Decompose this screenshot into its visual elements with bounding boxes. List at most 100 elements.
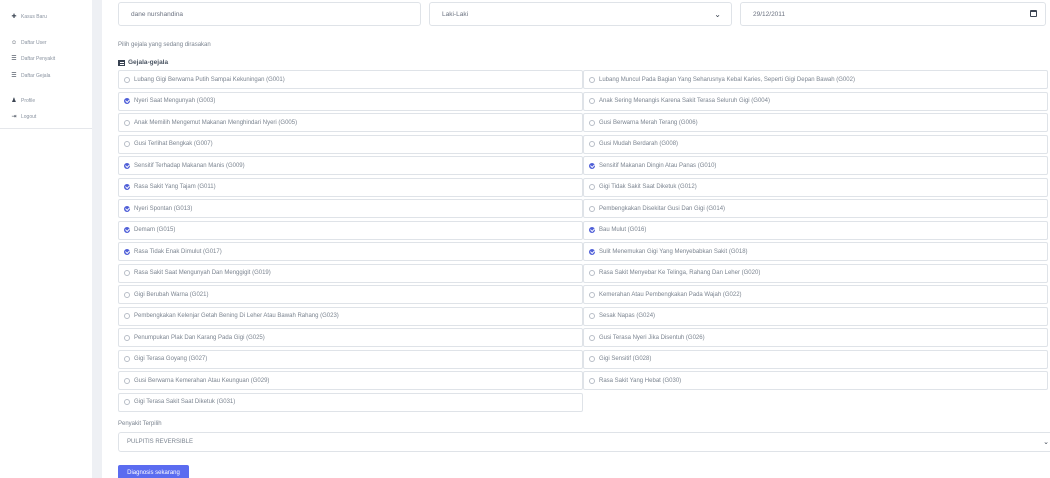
checkbox[interactable] bbox=[124, 399, 130, 405]
checkbox[interactable] bbox=[124, 291, 130, 298]
checkbox[interactable] bbox=[589, 119, 595, 126]
checkbox-checked[interactable] bbox=[124, 205, 130, 212]
sidebar-item-label: Daftar Penyakit bbox=[21, 56, 56, 62]
sidebar-item-logout[interactable]: ⇥ Logout bbox=[11, 112, 36, 122]
calendar-icon[interactable] bbox=[1030, 10, 1037, 17]
symptom-option[interactable]: Gigi Berubah Warna (G021) bbox=[118, 285, 583, 304]
symptom-label: Sensitif Terhadap Makanan Manis (G009) bbox=[134, 162, 245, 169]
checkbox[interactable] bbox=[124, 377, 130, 384]
disease-select[interactable]: PULPITIS REVERSIBLE ⌄ bbox=[118, 432, 1050, 452]
symptom-option[interactable]: Pembengkakan Kelenjar Getah Bening Di Le… bbox=[118, 306, 583, 326]
sidebar-item-daftar-user[interactable]: ☺ Daftar User bbox=[11, 38, 47, 48]
checkbox-checked[interactable] bbox=[589, 162, 595, 169]
sidebar-item-daftar-penyakit[interactable]: ☰ Daftar Penyakit bbox=[11, 54, 55, 64]
symptom-option[interactable]: Rasa Sakit Saat Mengunyah Dan Menggigit … bbox=[118, 263, 583, 283]
checkbox[interactable] bbox=[589, 184, 595, 190]
checkbox[interactable] bbox=[589, 291, 595, 298]
gender-select[interactable]: Laki-Laki ⌄ bbox=[429, 2, 732, 26]
symptom-option[interactable]: Gigi Terasa Sakit Saat Diketuk (G031) bbox=[118, 392, 583, 412]
date-value: 29/12/2011 bbox=[753, 10, 786, 18]
sidebar: ✚ Kasus Baru ☺ Daftar User ☰ Daftar Peny… bbox=[0, 0, 92, 478]
symptom-label: Anak Memilih Mengemut Makanan Menghindar… bbox=[134, 119, 298, 126]
sidebar-item-profile[interactable]: ♟ Profile bbox=[11, 96, 35, 106]
checkbox[interactable] bbox=[589, 356, 595, 362]
checkbox[interactable] bbox=[589, 141, 595, 147]
name-field[interactable]: dane nurshandina bbox=[118, 2, 421, 26]
symptom-option[interactable]: Gigi Terasa Goyang (G027) bbox=[118, 349, 583, 369]
symptoms-hint: Pilih gejala yang sedang dirasakan bbox=[118, 42, 211, 48]
checkbox[interactable] bbox=[124, 270, 130, 276]
symptom-option[interactable]: Gusi Berwarna Merah Terang (G006) bbox=[583, 113, 1048, 132]
checkbox-checked[interactable] bbox=[124, 248, 130, 255]
symptom-option[interactable]: Rasa Sakit Menyebar Ke Telinga, Rahang D… bbox=[583, 263, 1048, 283]
symptom-option[interactable]: Bau Mulut (G016) bbox=[583, 220, 1048, 240]
diagnose-button[interactable]: Diagnosis sekarang bbox=[118, 465, 189, 478]
checkbox[interactable] bbox=[589, 76, 595, 83]
checkbox-checked[interactable] bbox=[124, 227, 130, 233]
symptom-label: Nyeri Saat Mengunyah (G003) bbox=[134, 98, 216, 104]
checkbox-checked[interactable] bbox=[589, 227, 595, 233]
checkbox-checked[interactable] bbox=[124, 98, 130, 104]
checkbox[interactable] bbox=[589, 377, 595, 384]
checkbox[interactable] bbox=[589, 98, 595, 104]
symptom-option[interactable]: Kemerahan Atau Pembengkakan Pada Wajah (… bbox=[583, 285, 1048, 304]
symptom-option[interactable]: Gusi Berwarna Kemerahan Atau Keunguan (G… bbox=[118, 371, 583, 390]
symptom-label: Sulit Menemukan Gigi Yang Menyebabkan Sa… bbox=[599, 248, 748, 255]
symptom-option[interactable]: Rasa Tidak Enak Dimulut (G017) bbox=[118, 242, 583, 261]
sidebar-item-daftar-gejala[interactable]: ☰ Daftar Gejala bbox=[11, 71, 50, 81]
symptom-option[interactable]: Rasa Sakit Yang Hebat (G030) bbox=[583, 371, 1048, 390]
symptom-option[interactable]: Nyeri Spontan (G013) bbox=[118, 199, 583, 218]
checkbox[interactable] bbox=[589, 205, 595, 212]
disease-value: PULPITIS REVERSIBLE bbox=[127, 439, 194, 445]
sidebar-item-label: Kasus Baru bbox=[21, 14, 47, 20]
checkbox[interactable] bbox=[589, 313, 595, 319]
sidebar-divider bbox=[0, 128, 92, 129]
symptom-option[interactable]: Demam (G015) bbox=[118, 220, 583, 240]
symptom-option[interactable]: Nyeri Saat Mengunyah (G003) bbox=[118, 91, 583, 111]
symptom-option[interactable]: Sensitif Makanan Dingin Atau Panas (G010… bbox=[583, 156, 1048, 175]
symptom-option[interactable]: Gigi Sensitif (G028) bbox=[583, 349, 1048, 369]
symptom-option[interactable]: Anak Sering Menangis Karena Sakit Terasa… bbox=[583, 91, 1048, 111]
symptom-label: Pembengkakan Disekitar Gusi Dan Gigi (G0… bbox=[599, 205, 726, 212]
symptom-option[interactable]: Lubang Muncul Pada Bagian Yang Seharusny… bbox=[583, 70, 1048, 89]
checkbox[interactable] bbox=[124, 313, 130, 319]
checkbox[interactable] bbox=[589, 334, 595, 341]
symptom-option[interactable]: Gusi Mudah Berdarah (G008) bbox=[583, 134, 1048, 154]
symptom-option[interactable]: Gusi Terlihat Bengkak (G007) bbox=[118, 134, 583, 154]
symptom-option[interactable]: Sesak Napas (G024) bbox=[583, 306, 1048, 326]
symptom-option[interactable]: Gigi Tidak Sakit Saat Diketuk (G012) bbox=[583, 177, 1048, 197]
symptom-label: Rasa Sakit Yang Tajam (G011) bbox=[134, 184, 216, 190]
checkbox[interactable] bbox=[124, 119, 130, 126]
symptom-option[interactable]: Penumpukan Plak Dan Karang Pada Gigi (G0… bbox=[118, 328, 583, 347]
clipboard-icon: ✚ bbox=[11, 14, 17, 20]
checkbox[interactable] bbox=[124, 141, 130, 147]
sidebar-item-label: Daftar Gejala bbox=[21, 73, 51, 79]
checkbox[interactable] bbox=[124, 76, 130, 83]
birthdate-field[interactable]: 29/12/2011 bbox=[740, 2, 1046, 26]
checkbox[interactable] bbox=[124, 356, 130, 362]
symptom-label: Penumpukan Plak Dan Karang Pada Gigi (G0… bbox=[134, 334, 265, 341]
list-icon: ☰ bbox=[11, 56, 17, 62]
symptom-label: Rasa Sakit Yang Hebat (G030) bbox=[599, 377, 682, 384]
symptom-option[interactable]: Pembengkakan Disekitar Gusi Dan Gigi (G0… bbox=[583, 199, 1048, 218]
symptom-option[interactable]: Lubang Gigi Berwarna Putih Sampai Kekuni… bbox=[118, 70, 583, 89]
symptom-label: Rasa Sakit Saat Mengunyah Dan Menggigit … bbox=[134, 270, 271, 276]
list-icon bbox=[118, 59, 125, 66]
gender-value: Laki-Laki bbox=[442, 10, 469, 18]
symptom-option[interactable]: Anak Memilih Mengemut Makanan Menghindar… bbox=[118, 113, 583, 132]
checkbox-checked[interactable] bbox=[124, 184, 130, 190]
checkbox-checked[interactable] bbox=[589, 248, 595, 255]
checkbox[interactable] bbox=[589, 270, 595, 276]
sidebar-item-kasus-baru[interactable]: ✚ Kasus Baru bbox=[11, 12, 47, 22]
symptom-option[interactable]: Rasa Sakit Yang Tajam (G011) bbox=[118, 177, 583, 197]
symptom-option[interactable]: Gusi Terasa Nyeri Jika Disentuh (G026) bbox=[583, 328, 1048, 347]
symptom-option[interactable]: Sulit Menemukan Gigi Yang Menyebabkan Sa… bbox=[583, 242, 1048, 261]
user-icon: ♟ bbox=[11, 98, 17, 104]
symptom-label: Gigi Terasa Sakit Saat Diketuk (G031) bbox=[134, 399, 236, 405]
selected-disease-label: Penyakit Terpilih bbox=[118, 421, 162, 427]
checkbox-checked[interactable] bbox=[124, 162, 130, 169]
name-value: dane nurshandina bbox=[131, 10, 184, 18]
checkbox[interactable] bbox=[124, 334, 130, 341]
symptom-option[interactable]: Sensitif Terhadap Makanan Manis (G009) bbox=[118, 156, 583, 175]
symptom-label: Gigi Terasa Goyang (G027) bbox=[134, 356, 208, 362]
